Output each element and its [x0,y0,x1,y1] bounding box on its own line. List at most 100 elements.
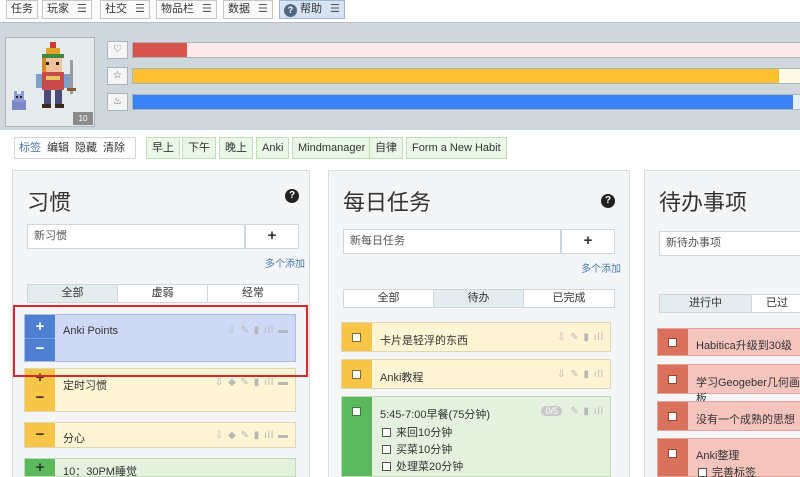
tab-dated[interactable]: 已过 [752,295,800,312]
habit-actions[interactable]: ⇩ ◆ ✎ ▮ ıll ▬ [215,377,289,388]
tag-self-discipline[interactable]: 自律 [369,137,403,159]
habit-card[interactable]: + 10：30PM睡觉 [24,458,296,477]
mana-fill [133,95,793,109]
health-track [132,42,800,58]
tab-strong[interactable]: 经常 [208,285,298,302]
todo-checkbox[interactable] [668,412,677,421]
new-todo-input[interactable]: 新待办事项 [659,231,800,256]
daily-actions[interactable]: ⇩ ✎ ▮ ıll [557,369,604,380]
todo-checkbox[interactable] [668,375,677,384]
tag-afternoon[interactable]: 下午 [182,137,216,159]
todo-card[interactable]: Habitica升级到30级 [657,328,800,356]
nav-social-label: 社交 [105,3,127,15]
nav-players-label: 玩家 [47,3,69,15]
dailies-tabs: 全部 待办 已完成 [343,289,615,308]
nav-data[interactable]: 数据 ☰ [223,0,273,19]
player-header: 10 ♡ ☆ ♨ [0,22,800,130]
tab-active[interactable]: 进行中 [660,295,752,312]
health-fill [133,43,187,57]
tag-morning[interactable]: 早上 [146,137,180,159]
tab-weak[interactable]: 虚弱 [118,285,208,302]
menu-icon: ☰ [77,3,87,15]
checklist-text: 处理菜20分钟 [396,461,464,473]
nav-social[interactable]: 社交 ☰ [100,0,150,19]
tab-all[interactable]: 全部 [28,285,118,302]
checklist-item[interactable]: 买菜10分钟 [382,442,463,459]
nav-help[interactable]: ? 帮助 ☰ [279,0,345,19]
nav-inventory-label: 物品栏 [161,3,194,15]
nav-help-label: 帮助 [300,3,322,15]
habit-label: 定时习惯 [63,380,107,392]
add-daily-button[interactable]: + [561,229,615,254]
clear-tags-link[interactable]: 清除 [103,142,125,154]
dailies-title: 每日任务 [343,190,432,215]
minus-button[interactable]: − [25,426,55,443]
add-habit-button[interactable]: + [245,224,299,249]
checklist-text: 来回10分钟 [396,427,453,439]
checklist-item[interactable]: 来回10分钟 [382,425,463,442]
checklist-item[interactable]: 完善标签 [698,465,756,477]
tag-form-habit[interactable]: Form a New Habit [406,137,507,159]
plus-button[interactable]: + [25,459,55,476]
nav-tasks-label: 任务 [11,3,33,15]
daily-actions[interactable]: ✎ ▮ ıll [570,406,604,417]
daily-card[interactable]: 5:45-7:00早餐(75分钟) 0/5 ✎ ▮ ıll 来回10分钟 买菜1… [341,396,611,477]
tag-anki[interactable]: Anki [256,137,290,159]
habit-card[interactable]: − 分心 ⇩ ◆ ✎ ▮ ıll ▬ [24,422,296,448]
checklist-badge[interactable]: 0/5 [541,405,562,417]
nav-players[interactable]: 玩家 ☰ [42,0,92,19]
todo-label: Anki整理 [696,450,740,462]
new-habit-input[interactable]: 新习惯 [27,224,245,249]
todo-label: 没有一个成熟的思想 [696,414,795,426]
checklist-checkbox[interactable] [382,462,391,471]
avatar[interactable]: 10 [5,37,95,127]
tab-all[interactable]: 全部 [344,290,434,307]
daily-checkbox[interactable] [352,333,361,342]
checklist-text: 买菜10分钟 [396,444,453,456]
tags-label[interactable]: 标签 [19,142,41,154]
minus-button[interactable]: − [25,389,55,406]
mana-track [132,94,800,110]
daily-checkbox[interactable] [352,407,361,416]
tag-filter-bar: 标签 编辑 隐藏 清除 早上 下午 晚上 Anki Mindmanager 自律 Fo… [0,135,800,165]
checklist-item[interactable]: 处理菜20分钟 [382,459,463,476]
daily-actions[interactable]: ⇩ ✎ ▮ ıll [557,332,604,343]
daily-label: 5:45-7:00早餐(75分钟) [380,409,491,421]
habit-actions[interactable]: ⇩ ◆ ✎ ▮ ıll ▬ [215,430,289,441]
todos-title: 待办事项 [659,190,748,215]
top-nav: 任务 玩家 ☰ 社交 ☰ 物品栏 ☰ 数据 ☰ ? 帮助 ☰ [0,0,800,20]
nav-tasks[interactable]: 任务 [6,0,38,19]
selection-highlight [13,305,308,377]
dailies-multi-add-link[interactable]: 多个添加 [581,260,621,275]
checklist-checkbox[interactable] [698,468,707,477]
edit-tags-link[interactable]: 编辑 [47,142,69,154]
habits-title: 习惯 [27,190,72,215]
level-badge: 10 [73,112,93,125]
daily-card[interactable]: 卡片是轻浮的东西 ⇩ ✎ ▮ ıll [341,322,611,352]
daily-checklist: 来回10分钟 买菜10分钟 处理菜20分钟 [382,425,463,476]
help-icon[interactable]: ? [285,189,299,203]
new-daily-input[interactable]: 新每日任务 [343,229,561,254]
checklist-checkbox[interactable] [382,445,391,454]
nav-data-label: 数据 [228,3,250,15]
todo-label: Habitica升级到30级 [696,340,792,352]
tab-completed[interactable]: 已完成 [524,290,614,307]
daily-controls [342,397,372,476]
daily-checkbox[interactable] [352,370,361,379]
habits-multi-add-link[interactable]: 多个添加 [265,255,305,270]
tag-mindmanager[interactable]: Mindmanager [292,137,372,159]
daily-card[interactable]: Anki教程 ⇩ ✎ ▮ ıll [341,359,611,389]
todo-checkbox[interactable] [668,449,677,458]
todo-card[interactable]: 学习Geogeber几何画板 [657,364,800,405]
todo-card[interactable]: Anki整理 完善标签 [657,438,800,477]
habit-label: 分心 [63,433,85,445]
nav-inventory[interactable]: 物品栏 ☰ [156,0,217,19]
todo-checkbox[interactable] [668,338,677,347]
todo-card[interactable]: 没有一个成熟的思想 [657,401,800,431]
tag-evening[interactable]: 晚上 [219,137,253,159]
hide-tags-link[interactable]: 隐藏 [75,142,97,154]
help-icon[interactable]: ? [601,194,615,208]
experience-track [132,68,800,84]
tab-due[interactable]: 待办 [434,290,524,307]
checklist-checkbox[interactable] [382,428,391,437]
